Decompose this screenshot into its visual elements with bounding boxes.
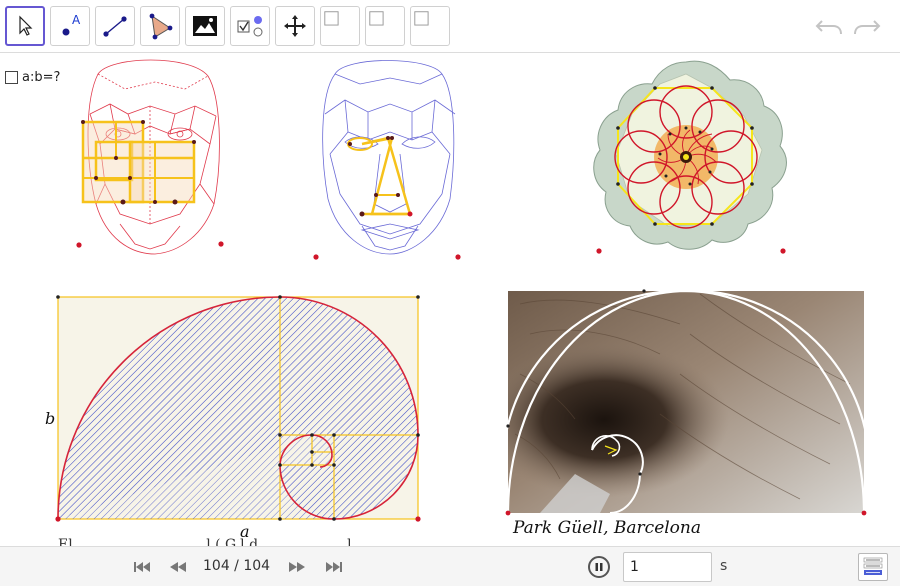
flower-figure xyxy=(593,60,787,250)
polygon-icon xyxy=(149,13,173,40)
geogebra-app: A b a a:b=? Park Güell, Barcelona El ...… xyxy=(0,0,900,586)
blue-face-corner-point-left[interactable] xyxy=(313,254,319,260)
move-tool-button[interactable] xyxy=(5,6,45,46)
blue-face-figure xyxy=(322,60,456,255)
segment-tool-button[interactable] xyxy=(95,6,135,46)
side-label-b: b xyxy=(45,409,55,428)
skip-last-icon xyxy=(326,562,342,572)
algebra-view-button[interactable] xyxy=(858,553,888,581)
ratio-checkbox[interactable] xyxy=(5,71,18,84)
redo-icon xyxy=(854,20,881,35)
algebra-view-icon xyxy=(863,557,883,575)
pointer-icon xyxy=(19,15,33,36)
first-step-button[interactable] xyxy=(131,557,153,577)
pause-button[interactable] xyxy=(588,556,610,578)
ratio-checkbox-label: a:b=? xyxy=(22,70,61,85)
undo-icon xyxy=(815,20,842,35)
custom-tool-1-button[interactable] xyxy=(320,6,360,46)
play-speed-unit: s xyxy=(720,558,728,574)
skip-first-icon xyxy=(134,562,150,572)
red-face-corner-point-right[interactable] xyxy=(218,241,224,247)
point-icon: A xyxy=(62,13,81,36)
photo-caption: Park Güell, Barcelona xyxy=(513,518,702,538)
checkbox-icon xyxy=(237,16,263,37)
step-counter: 104 / 104 xyxy=(203,558,271,574)
red-face-golden-grid xyxy=(81,120,196,205)
polygon-tool-button[interactable] xyxy=(140,6,180,46)
ratio-checkbox-control[interactable]: a:b=? xyxy=(5,70,60,85)
graphics-view[interactable]: b a a:b=? Park Güell, Barcelona El .....… xyxy=(0,54,900,546)
flower-corner-point-right[interactable] xyxy=(780,248,786,254)
play-speed-input[interactable] xyxy=(623,552,712,582)
move-graphics-tool-button[interactable] xyxy=(275,6,315,46)
blue-face-corner-point-right[interactable] xyxy=(455,254,461,260)
image-tool-button[interactable] xyxy=(185,6,225,46)
park-guell-photo xyxy=(501,289,871,516)
golden-rectangle-figure xyxy=(55,295,421,522)
undo-button[interactable] xyxy=(814,12,844,42)
redo-button[interactable] xyxy=(852,12,882,42)
rewind-icon xyxy=(170,562,186,572)
previous-step-button[interactable] xyxy=(167,557,189,577)
flower-corner-point-left[interactable] xyxy=(596,248,602,254)
checkbox-tool-button[interactable] xyxy=(230,6,270,46)
svg-text:A: A xyxy=(72,13,81,27)
segment-icon xyxy=(103,16,127,37)
toolbar: A xyxy=(0,0,900,53)
last-step-button[interactable] xyxy=(323,557,345,577)
image-icon xyxy=(193,16,217,36)
custom-tool-3-button[interactable] xyxy=(410,6,450,46)
point-tool-button[interactable]: A xyxy=(50,6,90,46)
geometry-drawing: b a xyxy=(45,59,871,541)
construction-protocol-navigation: 104 / 104 s xyxy=(0,546,900,586)
pause-icon xyxy=(595,563,603,571)
fast-forward-icon xyxy=(289,562,305,572)
blank-tool-icon xyxy=(369,11,384,26)
blank-tool-icon xyxy=(414,11,429,26)
cut-off-text: El ............. ........ ......l ( G.l.… xyxy=(58,538,365,546)
next-step-button[interactable] xyxy=(286,557,308,577)
move-arrows-icon xyxy=(284,15,306,37)
red-face-corner-point-left[interactable] xyxy=(76,242,82,248)
blank-tool-icon xyxy=(324,11,339,26)
custom-tool-2-button[interactable] xyxy=(365,6,405,46)
